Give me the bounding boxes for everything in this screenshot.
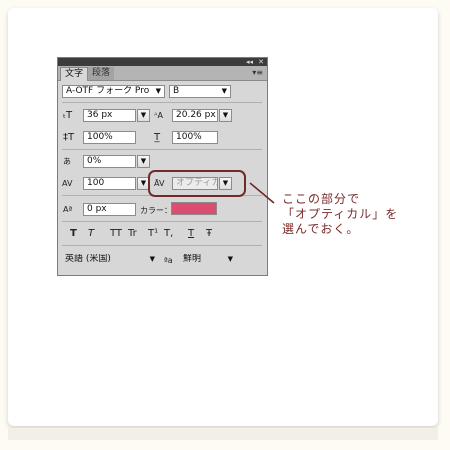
annotation-line: ここの部分で (282, 192, 361, 206)
annotation-text: ここの部分で 「オプティカル」を 選んでおく。 (282, 192, 398, 237)
annotation-line: 「オプティカル」を (282, 207, 399, 221)
annotation-line: 選んでおく。 (282, 222, 360, 236)
